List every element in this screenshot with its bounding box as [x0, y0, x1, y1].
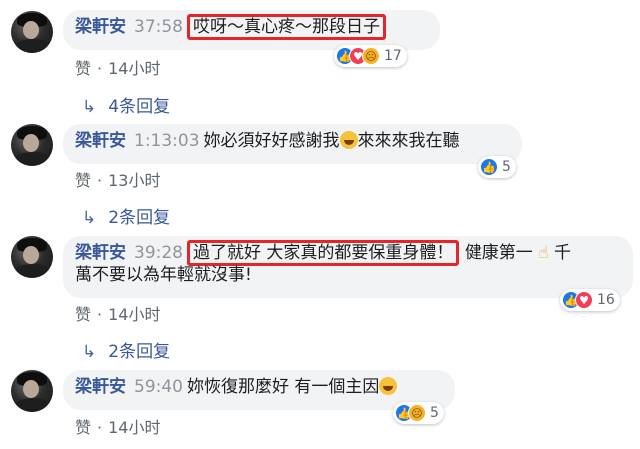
reaction-summary[interactable]: 👍 ☹ 5	[393, 402, 444, 424]
highlighted-text: 過了就好 大家真的都要保重身體！	[187, 240, 460, 266]
reply-arrow-icon: ↳	[82, 342, 97, 362]
avatar[interactable]	[11, 124, 53, 166]
reply-arrow-icon: ↳	[82, 208, 97, 228]
author-name[interactable]: 梁軒安	[75, 243, 126, 263]
sad-icon: ☹	[362, 47, 380, 65]
reaction-count: 5	[430, 405, 439, 421]
comment-text: 健康第一	[464, 243, 533, 263]
love-icon: ♥	[575, 291, 593, 309]
comment-bubble: 梁軒安 39:28 過了就好 大家真的都要保重身體！ 健康第一 ☝ 千 萬不要以為年…	[63, 236, 633, 298]
reaction-count: 16	[597, 292, 615, 308]
comment-actions: 赞 · 14小时	[75, 59, 161, 78]
like-icon: 👍	[480, 158, 498, 176]
reply-arrow-icon: ↳	[82, 97, 97, 117]
reaction-summary[interactable]: 👍 ♥ ☹ 17	[334, 45, 407, 67]
comment-age[interactable]: 14小时	[108, 305, 160, 324]
comment-actions: 赞 · 13小时	[75, 171, 161, 190]
highlighted-text: 哎呀～真心疼～那段日子	[187, 14, 386, 40]
comment-age[interactable]: 13小时	[108, 171, 160, 190]
author-name[interactable]: 梁軒安	[75, 131, 126, 151]
comment-text-line2: 萬不要以為年輕就沒事!	[75, 265, 252, 285]
author-name[interactable]: 梁軒安	[75, 17, 126, 37]
grin-emoji-icon	[339, 131, 358, 149]
view-replies-link[interactable]: ↳ 4条回复	[82, 92, 170, 117]
reaction-count: 5	[502, 159, 511, 175]
timestamp[interactable]: 39:28	[134, 243, 183, 263]
avatar[interactable]	[11, 236, 53, 278]
timestamp[interactable]: 1:13:03	[134, 131, 200, 151]
reaction-summary[interactable]: 👍 ♥ 16	[560, 289, 620, 311]
view-replies-link[interactable]: ↳ 2条回复	[82, 337, 170, 362]
view-replies-link[interactable]: ↳ 2条回复	[82, 203, 170, 228]
timestamp[interactable]: 59:40	[134, 377, 183, 397]
comment-text: 妳必須好好感謝我	[203, 131, 340, 151]
avatar[interactable]	[11, 370, 53, 412]
comment-age[interactable]: 14小时	[108, 59, 160, 78]
grin-emoji-icon	[379, 377, 398, 395]
like-button[interactable]: 赞	[75, 59, 91, 78]
timestamp[interactable]: 37:58	[134, 17, 183, 37]
author-name[interactable]: 梁軒安	[75, 377, 126, 397]
comment-actions: 赞 · 14小时	[75, 418, 161, 437]
comment-text-tail: 來來來我在聽	[357, 131, 460, 151]
replies-label: 4条回复	[108, 97, 171, 117]
sad-icon: ☹	[408, 404, 426, 422]
comment-text: 妳恢復那麼好 有一個主因	[187, 377, 380, 397]
comment-age[interactable]: 14小时	[108, 418, 160, 437]
replies-label: 2条回复	[108, 208, 171, 228]
replies-label: 2条回复	[108, 342, 171, 362]
reaction-count: 17	[384, 48, 402, 64]
like-button[interactable]: 赞	[75, 171, 91, 190]
avatar[interactable]	[11, 11, 53, 53]
comment-bubble: 梁軒安 37:58 哎呀～真心疼～那段日子	[63, 10, 440, 50]
comment-actions: 赞 · 14小时	[75, 305, 161, 324]
pointing-hand-icon: ☝	[538, 243, 549, 263]
reaction-summary[interactable]: 👍 5	[478, 156, 516, 178]
comment-bubble: 梁軒安 1:13:03 妳必須好好感謝我 來來來我在聽	[63, 124, 522, 164]
comment-text-cont: 千	[553, 243, 571, 263]
like-button[interactable]: 赞	[75, 418, 91, 437]
like-button[interactable]: 赞	[75, 305, 91, 324]
